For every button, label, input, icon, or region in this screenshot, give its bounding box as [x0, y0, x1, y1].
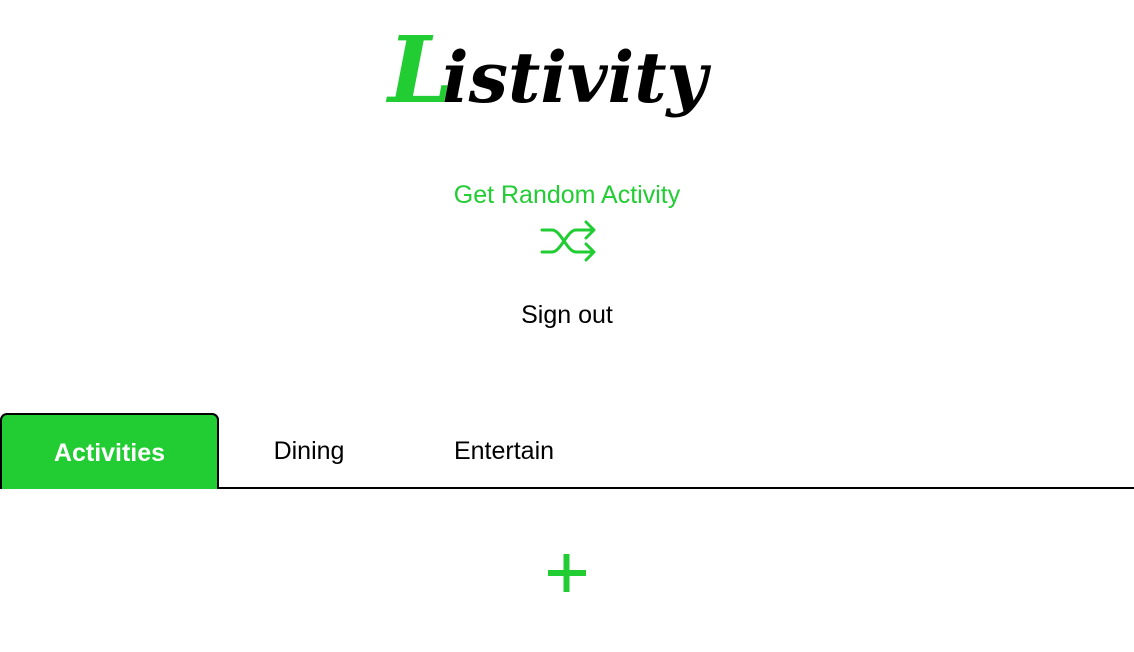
- logo-wordmark: L istivity: [385, 16, 712, 124]
- get-random-activity-link[interactable]: Get Random Activity: [0, 179, 1134, 211]
- sign-out-link[interactable]: Sign out: [0, 299, 1134, 331]
- app-logo: L istivity: [380, 14, 730, 139]
- add-item-button[interactable]: [544, 550, 590, 596]
- tab-entertain[interactable]: Entertain: [399, 413, 609, 489]
- shuffle-icon[interactable]: [539, 216, 597, 266]
- tab-dining[interactable]: Dining: [219, 413, 399, 489]
- tab-activities[interactable]: Activities: [0, 413, 219, 489]
- logo-rest-text: istivity: [442, 36, 712, 119]
- plus-icon: [548, 554, 586, 592]
- category-tabs: Activities Dining Entertain: [0, 413, 1134, 489]
